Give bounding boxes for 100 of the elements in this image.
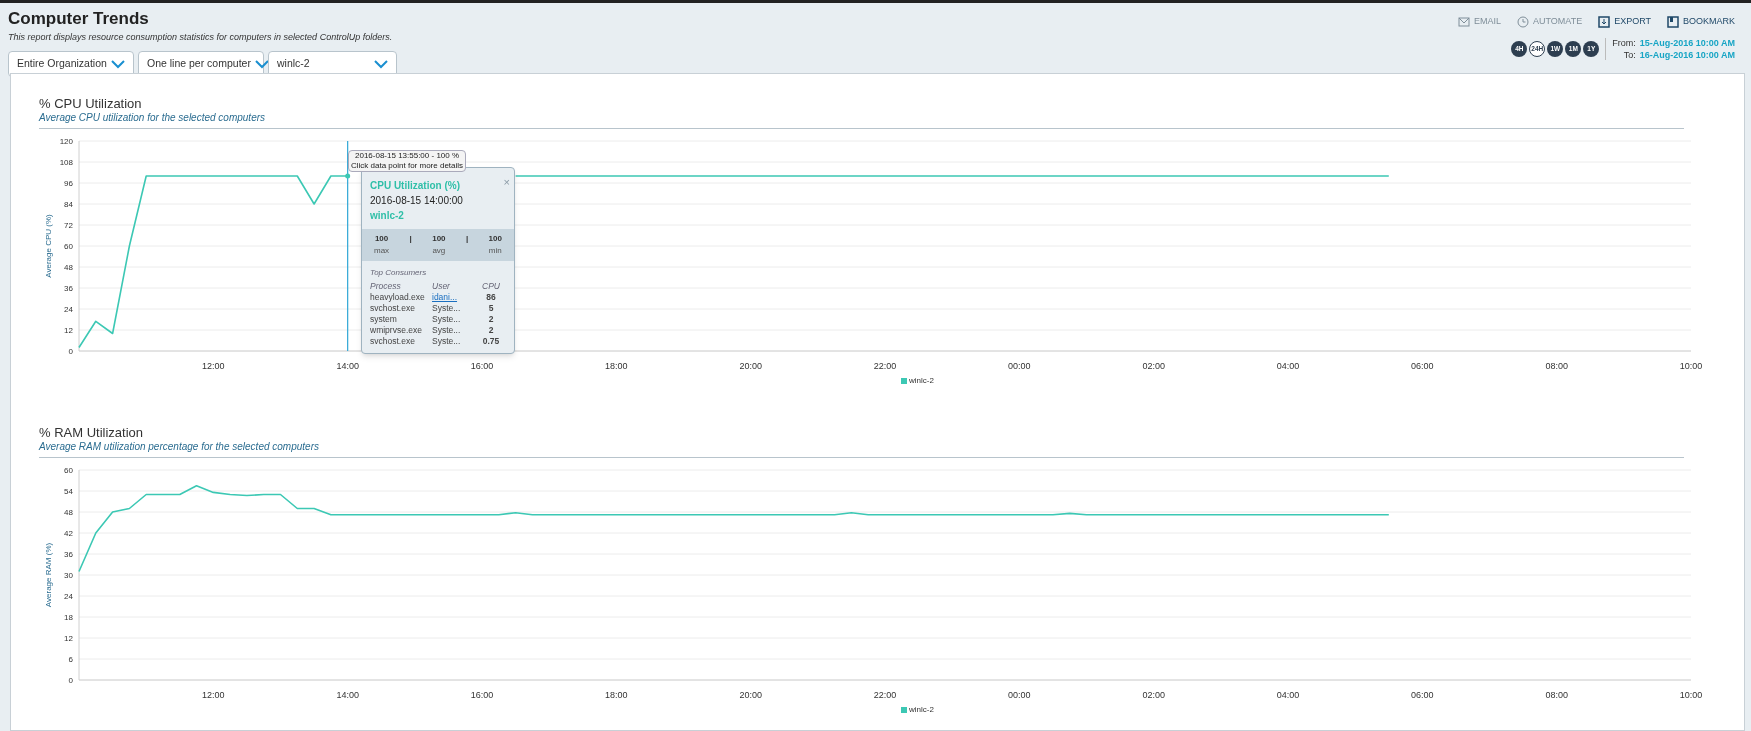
process-cell-text: wmiprvse.exe [370, 325, 423, 336]
y-tick-label: 30 [64, 571, 73, 580]
chevron-down-icon [374, 59, 388, 69]
x-tick-label: 14:00 [336, 690, 359, 700]
x-tick-label: 04:00 [1276, 690, 1300, 700]
chart-subtitle: Average RAM utilization percentage for the selected computers [39, 441, 1684, 458]
chevron-down-icon [254, 59, 269, 69]
y-tick-label: 24 [64, 592, 73, 601]
y-axis-label: Average CPU (%) [44, 214, 53, 278]
user-cell-text: Syste... [432, 303, 462, 314]
x-tick-label: 20:00 [739, 690, 762, 700]
y-tick-label: 60 [64, 242, 73, 251]
cpu-cell-text: 5 [487, 303, 495, 314]
column-header: CPU [481, 281, 501, 292]
cpu-cell-text: 0.75 [481, 336, 501, 347]
x-tick-label: 08:00 [1545, 361, 1568, 371]
x-tick-label: 22:00 [873, 361, 897, 371]
process-cell-text: svchost.exe [370, 303, 416, 314]
x-tick-label: 06:00 [1411, 361, 1434, 371]
chart-title: % RAM Utilization [39, 425, 145, 441]
y-tick-label: 108 [59, 158, 73, 167]
y-tick-label: 84 [64, 200, 73, 209]
x-tick-label: 18:00 [605, 690, 628, 700]
export-icon [1598, 15, 1611, 28]
y-tick-label: 60 [64, 466, 73, 475]
section-title: Top Consumers [369, 267, 428, 279]
legend-swatch [901, 707, 908, 713]
stats-separator: | [465, 233, 469, 245]
y-tick-label: 18 [64, 613, 73, 622]
x-tick-label: 10:00 [1679, 690, 1703, 700]
x-tick-label: 16:00 [470, 690, 494, 700]
bookmark-icon [1667, 15, 1679, 28]
column-header: User [432, 281, 451, 292]
from-label: From: [1612, 36, 1636, 49]
x-tick-label: 06:00 [1411, 690, 1434, 700]
x-tick-label: 04:00 [1276, 361, 1300, 371]
cpu-cell-text: 2 [487, 325, 495, 336]
y-tick-label: 0 [68, 347, 73, 356]
y-tick-label: 48 [64, 508, 73, 517]
clock-icon [1516, 15, 1529, 28]
x-tick-label: 12:00 [202, 690, 225, 700]
popup-computer: winlc-2 [369, 209, 405, 223]
user-cell-text: Syste... [432, 336, 462, 347]
y-tick-label: 12 [64, 326, 73, 335]
y-tick-label: 96 [64, 179, 73, 188]
y-tick-label: 42 [64, 529, 73, 538]
user-cell-text: Syste... [432, 325, 462, 336]
y-tick-label: 0 [68, 676, 73, 685]
to-label: To: [1622, 48, 1636, 61]
y-tick-label: 24 [64, 305, 73, 314]
x-tick-label: 02:00 [1142, 361, 1165, 371]
y-axis-label: Average RAM (%) [44, 542, 53, 608]
stat-value: 100 [374, 233, 389, 245]
x-tick-label: 16:00 [470, 361, 494, 371]
process-cell-text: heavyload.exe [370, 292, 426, 303]
y-tick-label: 36 [64, 550, 73, 559]
x-tick-label: 14:00 [336, 361, 359, 371]
process-cell-text: system [370, 314, 398, 325]
x-tick-label: 02:00 [1142, 690, 1165, 700]
y-tick-label: 12 [64, 634, 73, 643]
chart-subtitle: Average CPU utilization for the selected computers [39, 112, 1684, 129]
chart-title: % CPU Utilization [39, 96, 143, 112]
y-tick-label: 6 [68, 655, 73, 664]
y-tick-label: 36 [64, 284, 73, 293]
y-tick-label: 72 [64, 221, 73, 230]
action-link[interactable]: BOOKMARK [1667, 15, 1735, 29]
stat-label: avg [432, 245, 446, 257]
legend-label[interactable]: winlc-2 [909, 375, 934, 387]
x-tick-label: 22:00 [873, 690, 897, 700]
stat-label: max [374, 245, 390, 257]
chevron-down-icon [111, 59, 125, 69]
x-tick-label: 00:00 [1008, 361, 1031, 371]
envelope-icon [1457, 15, 1470, 28]
x-tick-label: 18:00 [605, 361, 628, 371]
popup-title: CPU Utilization (%) [370, 179, 460, 193]
y-tick-label: 54 [64, 487, 73, 496]
column-header: Process [370, 281, 402, 292]
tooltip-text: Click data point for more details [351, 161, 464, 171]
legend-label[interactable]: winlc-2 [909, 704, 934, 716]
page-subtitle: This report displays resource consumption statistics for computers in selected ControlUp folders. [8, 31, 394, 43]
y-tick-label: 120 [59, 137, 73, 146]
cpu-cell-text: 86 [485, 292, 497, 303]
x-tick-label: 00:00 [1008, 690, 1031, 700]
data-point[interactable] [345, 173, 351, 179]
x-tick-label: 12:00 [202, 361, 225, 371]
x-tick-label: 08:00 [1545, 690, 1568, 700]
stat-value: 100 [488, 233, 502, 245]
stat-value: 100 [432, 233, 446, 245]
y-tick-label: 48 [64, 263, 73, 272]
page-title: Computer Trends [8, 9, 150, 29]
x-tick-label: 20:00 [739, 361, 762, 371]
stat-label: min [488, 245, 502, 257]
stats-separator: | [409, 233, 412, 245]
process-cell-text: svchost.exe [370, 336, 416, 347]
user-link[interactable]: idani... [432, 292, 476, 303]
tooltip-text: 2016-08-15 13:55:00 - 100 % [354, 151, 461, 161]
action-link[interactable]: EXPORT [1598, 15, 1651, 29]
x-tick-label: 10:00 [1679, 361, 1703, 371]
popup-timestamp: 2016-08-15 14:00:00 [369, 194, 464, 208]
cpu-cell-text: 2 [487, 314, 495, 325]
